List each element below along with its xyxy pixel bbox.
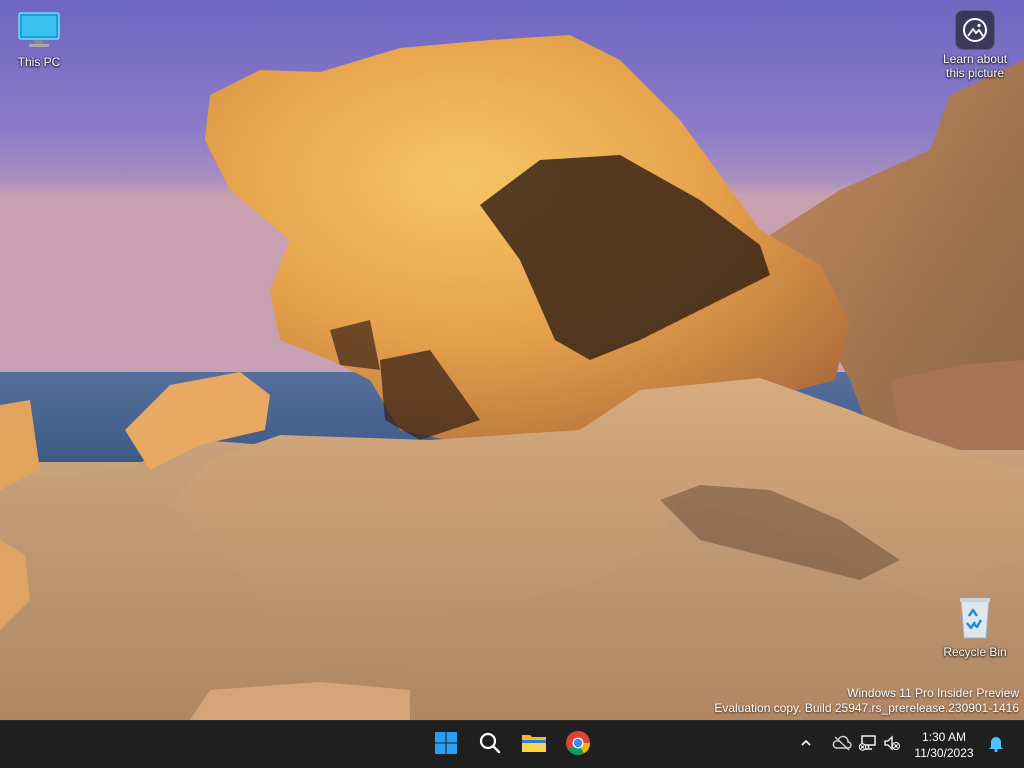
search-button[interactable] [468, 725, 512, 765]
learn-about-picture-shortcut[interactable]: Learn about this picture [935, 10, 1015, 80]
recycle-bin-icon [955, 598, 995, 643]
this-pc-shortcut[interactable]: This PC [0, 10, 79, 69]
network-disconnected-icon [858, 734, 877, 756]
onedrive-offline-icon [832, 735, 852, 756]
taskbar-pinned-apps [424, 721, 600, 769]
taskbar: 1:30 AM 11/30/2023 [0, 720, 1024, 768]
watermark-edition: Windows 11 Pro Insider Preview [847, 686, 1019, 700]
network-status[interactable] [856, 725, 880, 765]
clock-time: 1:30 AM [921, 730, 967, 744]
recycle-bin-label: Recycle Bin [943, 645, 1007, 659]
chrome-button[interactable] [556, 725, 600, 765]
windows-logo-icon [434, 731, 458, 760]
chrome-icon [565, 730, 591, 761]
desktop[interactable]: This PC Learn about this picture Recycle… [0, 0, 1024, 720]
system-tray [796, 721, 858, 769]
onedrive-button[interactable] [826, 725, 858, 765]
wallpaper [0, 0, 1024, 720]
monitor-icon [17, 12, 61, 53]
file-explorer-button[interactable] [512, 725, 556, 765]
quick-settings[interactable] [856, 721, 904, 769]
camera-info-icon [955, 10, 995, 50]
notifications-button[interactable] [984, 725, 1008, 765]
clock-button[interactable]: 1:30 AM 11/30/2023 [914, 729, 974, 761]
watermark-build: Evaluation copy. Build 25947.rs_prerelea… [714, 701, 1019, 715]
windows-watermark: Windows 11 Pro Insider Preview Evaluatio… [714, 686, 1019, 716]
this-pc-label: This PC [17, 55, 61, 69]
notification-bell-icon [988, 734, 1004, 757]
notification-center[interactable] [984, 721, 1008, 769]
show-hidden-icons-button[interactable] [796, 725, 816, 765]
volume-muted-icon [883, 734, 901, 756]
volume-status[interactable] [880, 725, 904, 765]
start-button[interactable] [424, 725, 468, 765]
chevron-up-icon [800, 736, 812, 754]
learn-about-picture-label: Learn about this picture [942, 52, 1008, 80]
search-icon [478, 731, 502, 760]
clock-date: 11/30/2023 [914, 746, 974, 760]
folder-icon [521, 731, 547, 760]
recycle-bin-shortcut[interactable]: Recycle Bin [935, 596, 1015, 659]
